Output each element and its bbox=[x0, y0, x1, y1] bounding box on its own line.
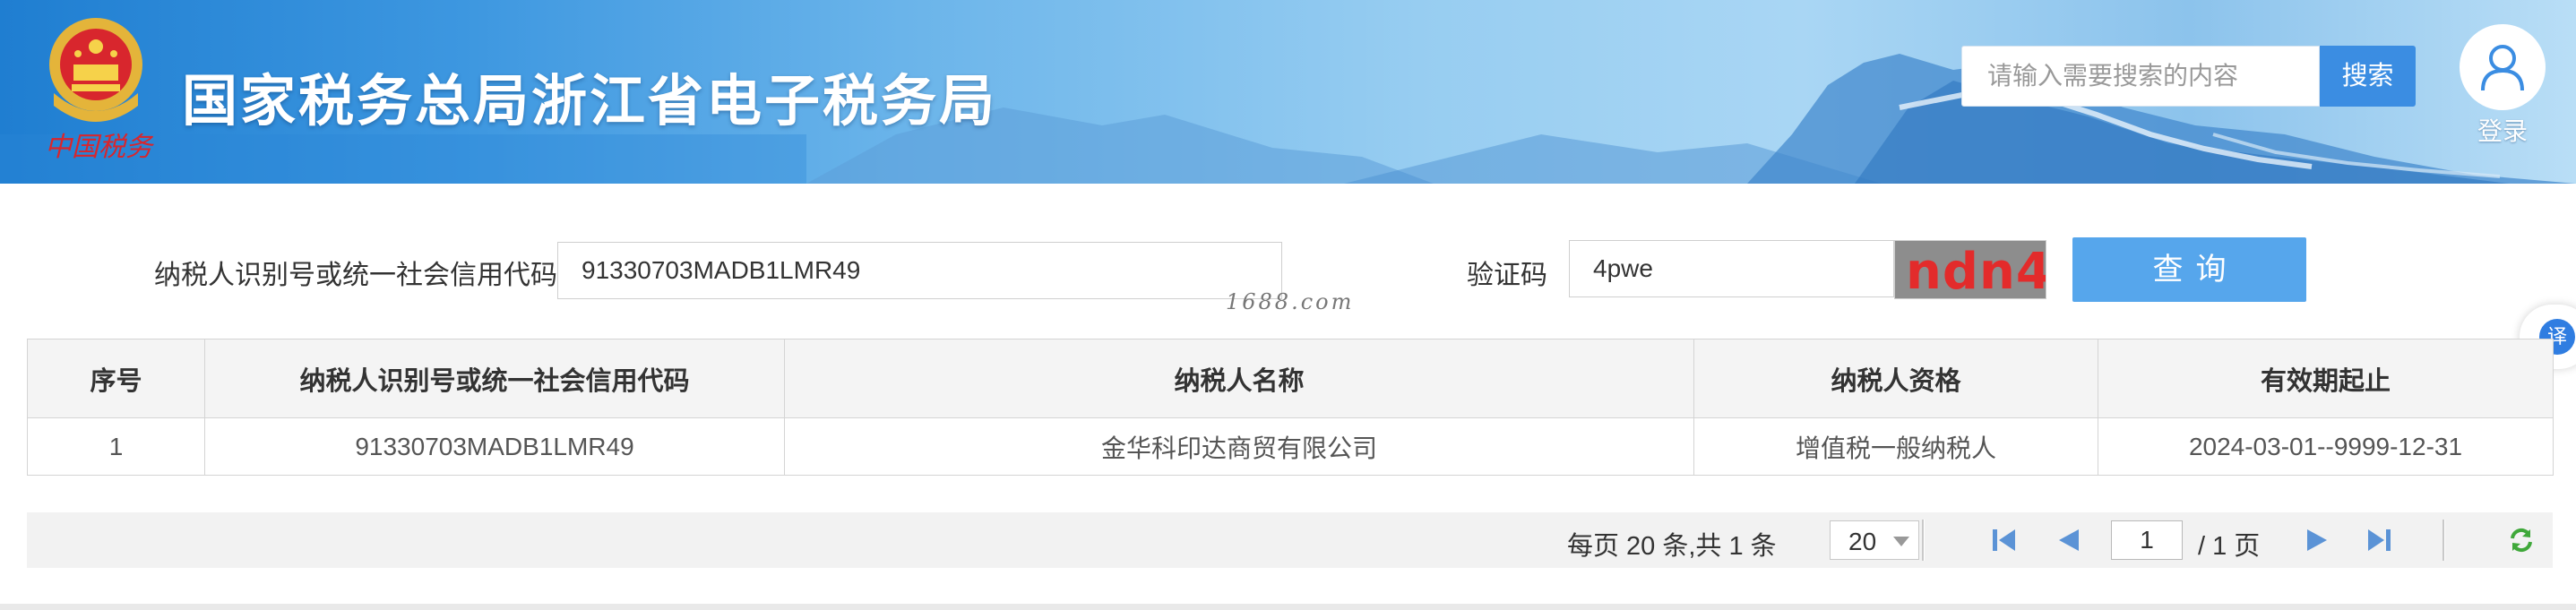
cell-index: 1 bbox=[27, 417, 205, 476]
prev-page-button[interactable] bbox=[2054, 525, 2084, 555]
first-page-icon bbox=[1993, 529, 2015, 551]
search-button[interactable]: 搜索 bbox=[2320, 46, 2416, 107]
current-page-input[interactable] bbox=[2111, 520, 2183, 560]
column-header-qualification: 纳税人资格 bbox=[1693, 339, 2098, 418]
search-input[interactable] bbox=[1961, 46, 2320, 107]
cell-name: 金华科印达商贸有限公司 bbox=[784, 417, 1694, 476]
next-page-button[interactable] bbox=[2302, 525, 2332, 555]
first-page-button[interactable] bbox=[1989, 525, 2020, 555]
query-button[interactable]: 查询 bbox=[2072, 237, 2306, 302]
next-page-icon bbox=[2307, 529, 2327, 551]
column-header-tin: 纳税人识别号或统一社会信用代码 bbox=[204, 339, 785, 418]
captcha-image-text: ndn4 bbox=[1906, 243, 2046, 299]
separator bbox=[2442, 520, 2445, 561]
separator bbox=[1922, 520, 1925, 561]
captcha-label: 验证码 bbox=[1467, 261, 1547, 290]
page-size-select[interactable]: 20 bbox=[1830, 520, 1919, 560]
user-icon bbox=[2460, 24, 2546, 110]
cell-tin: 91330703MADB1LMR49 bbox=[204, 417, 785, 476]
chevron-down-icon bbox=[1893, 537, 1909, 546]
tin-label: 纳税人识别号或统一社会信用代码 bbox=[154, 261, 557, 290]
captcha-image[interactable]: ndn4 bbox=[1894, 240, 2046, 299]
page-size-value: 20 bbox=[1848, 528, 1877, 555]
results-table: 序号 纳税人识别号或统一社会信用代码 纳税人名称 纳税人资格 有效期起止 1 9… bbox=[27, 339, 2554, 476]
captcha-input[interactable] bbox=[1569, 240, 1894, 297]
column-header-name: 纳税人名称 bbox=[784, 339, 1694, 418]
cell-qualification: 增值税一般纳税人 bbox=[1693, 417, 2098, 476]
page-bottom-divider bbox=[0, 604, 2576, 610]
refresh-icon bbox=[2511, 528, 2532, 553]
table-row: 1 91330703MADB1LMR49 金华科印达商贸有限公司 增值税一般纳税… bbox=[27, 417, 2554, 476]
last-page-icon bbox=[2368, 529, 2391, 551]
emblem-caption: 中国税务 bbox=[45, 132, 154, 163]
table-header-row: 序号 纳税人识别号或统一社会信用代码 纳税人名称 纳税人资格 有效期起止 bbox=[27, 339, 2554, 418]
site-header: 中国税务 国家税务总局浙江省电子税务局 搜索 登录 bbox=[0, 0, 2576, 184]
pagination-bar: 每页 20 条,共 1 条 20 / 1 页 bbox=[27, 512, 2553, 568]
prev-page-icon bbox=[2059, 529, 2079, 551]
login-label: 登录 bbox=[2477, 117, 2528, 145]
cell-validity: 2024-03-01--9999-12-31 bbox=[2098, 417, 2554, 476]
last-page-button[interactable] bbox=[2364, 525, 2394, 555]
page-summary: 每页 20 条,共 1 条 bbox=[1567, 532, 1777, 561]
watermark-text: 1688.com bbox=[1226, 289, 1355, 314]
tin-input[interactable] bbox=[557, 242, 1282, 299]
login-button[interactable]: 登录 bbox=[2459, 24, 2546, 148]
site-title: 国家税务总局浙江省电子税务局 bbox=[182, 71, 998, 133]
total-pages: / 1 页 bbox=[2198, 532, 2261, 561]
column-header-validity: 有效期起止 bbox=[2098, 339, 2554, 418]
column-header-index: 序号 bbox=[27, 339, 205, 418]
refresh-button[interactable] bbox=[2506, 525, 2537, 555]
tax-emblem-logo: 中国税务 bbox=[38, 13, 155, 165]
